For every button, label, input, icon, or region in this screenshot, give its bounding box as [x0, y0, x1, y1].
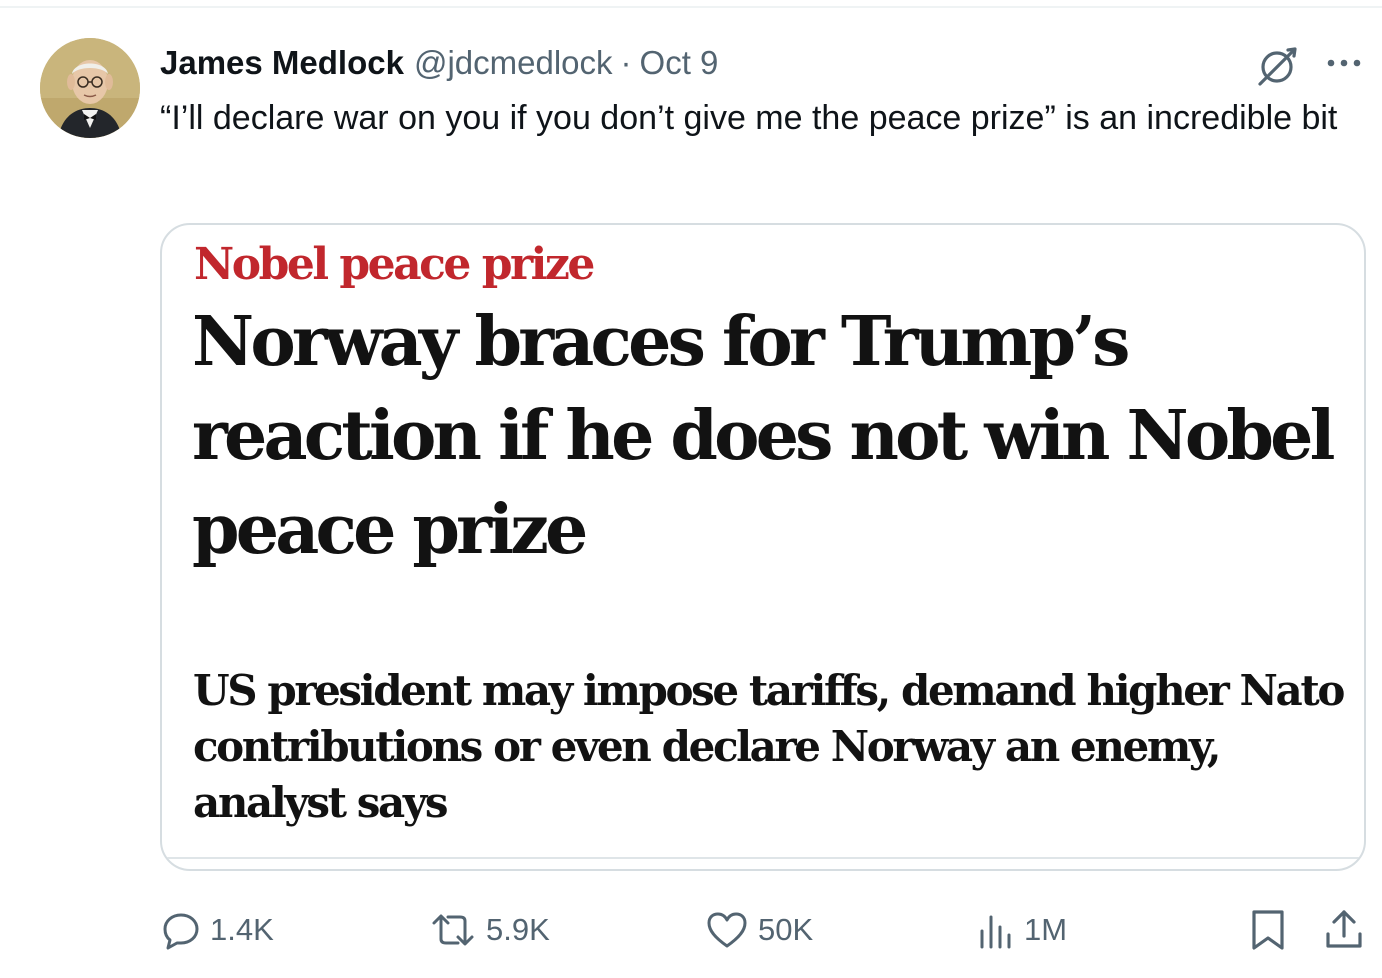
repost-button[interactable]: 5.9K [428, 906, 550, 954]
more-icon[interactable] [1322, 48, 1366, 78]
header-separator: · [620, 44, 632, 81]
views-icon [980, 915, 1011, 949]
bookmark-icon[interactable] [1246, 906, 1290, 954]
tweet-text: “I’ll declare war on you if you don’t gi… [160, 99, 1338, 137]
repost-icon [432, 914, 474, 946]
card-kicker: Nobel peace prize [194, 239, 595, 290]
author-handle[interactable]: @jdcmedlock [414, 44, 613, 82]
grok-icon[interactable] [1252, 44, 1302, 88]
like-button[interactable]: 50K [704, 906, 813, 954]
author-name[interactable]: James Medlock [160, 44, 404, 82]
link-card[interactable]: Nobel peace prize Norway braces for Trum… [160, 223, 1366, 871]
like-count: 50K [758, 912, 814, 947]
reply-icon [163, 913, 199, 950]
card-standfirst: US president may impose tariffs, demand … [193, 666, 1345, 827]
avatar[interactable] [40, 38, 140, 138]
reply-button[interactable]: 1.4K [160, 906, 274, 954]
repost-count: 5.9K [486, 912, 550, 947]
reply-count: 1.4K [210, 912, 274, 947]
card-divider [162, 857, 1364, 859]
card-headline: Norway braces for Trump’s reaction if he… [192, 302, 1335, 570]
views-button[interactable]: 1M [974, 906, 1067, 954]
share-icon[interactable] [1322, 904, 1366, 952]
tweet-header: James Medlock @jdcmedlock · Oct 9 [160, 40, 718, 86]
heart-icon [707, 912, 747, 948]
tweet-date[interactable]: Oct 9 [640, 44, 719, 82]
top-divider [0, 6, 1382, 8]
views-count: 1M [1024, 912, 1068, 947]
avatar-image [40, 38, 140, 138]
